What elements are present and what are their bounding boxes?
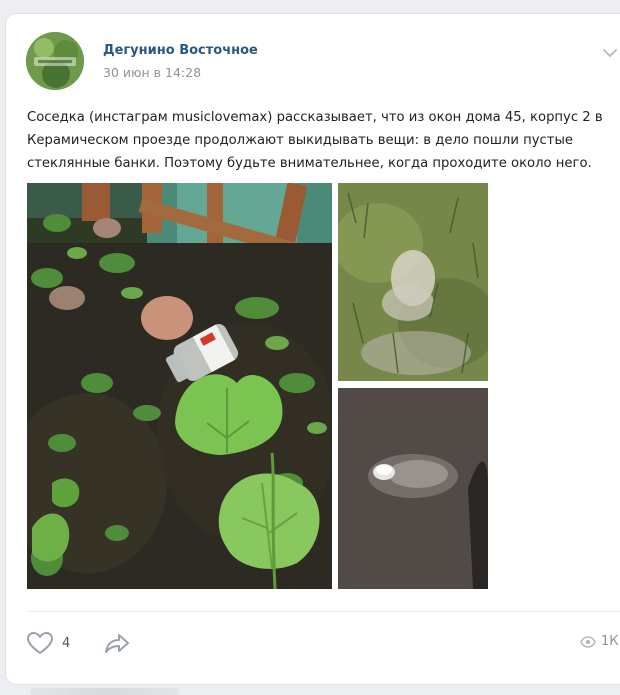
share-arrow-icon (105, 634, 129, 653)
like-button[interactable]: 4 (26, 630, 70, 656)
share-button[interactable] (103, 631, 131, 655)
author-link[interactable]: Дегунино Восточное (103, 43, 258, 58)
photo-jar-in-garden[interactable] (27, 183, 332, 589)
like-count: 4 (62, 635, 71, 651)
post-date[interactable]: 30 июн в 14:28 (103, 65, 201, 80)
post-divider (27, 611, 620, 612)
post-text: Соседка (инстаграм musiclovemax) рассказ… (27, 110, 603, 171)
community-avatar[interactable] (26, 32, 84, 90)
post-card: Дегунино Восточное 30 июн в 14:28 Соседк… (6, 14, 620, 684)
views-counter: 1К (580, 634, 619, 649)
chevron-down-icon[interactable] (602, 44, 618, 57)
next-post-edge (30, 688, 180, 695)
avatar-image (26, 32, 84, 90)
views-count: 1К (601, 634, 619, 649)
page: Дегунино Восточное 30 июн в 14:28 Соседк… (0, 0, 620, 695)
heart-icon (27, 632, 53, 654)
photo-powder-on-grass[interactable] (338, 183, 488, 381)
eye-icon (580, 635, 596, 648)
photo-powder-on-asphalt[interactable] (338, 388, 488, 589)
